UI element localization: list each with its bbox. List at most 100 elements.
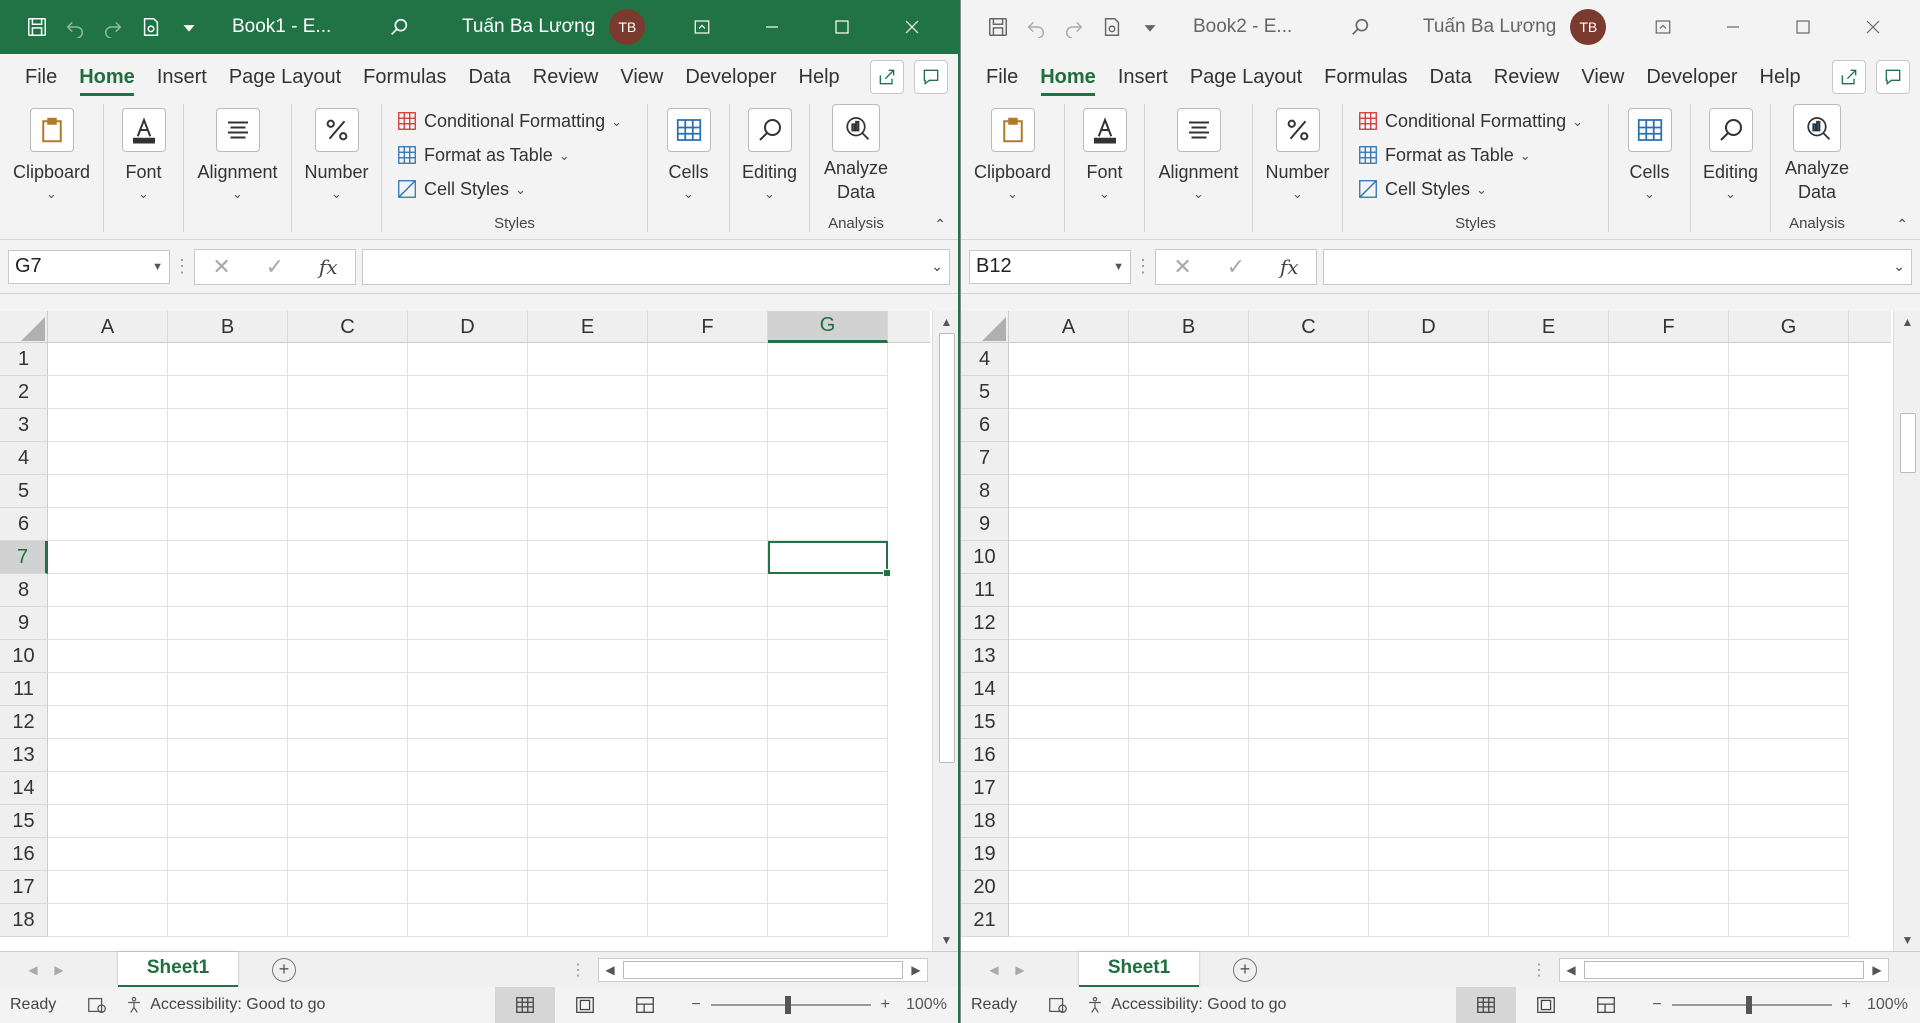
cell[interactable] <box>48 904 168 937</box>
cell[interactable] <box>1609 904 1729 937</box>
cell[interactable] <box>288 475 408 508</box>
formula-bar-grip[interactable]: ⋮ <box>1131 256 1155 277</box>
tab-insert[interactable]: Insert <box>1107 54 1179 100</box>
cell[interactable] <box>1249 739 1369 772</box>
row-header[interactable]: 21 <box>961 904 1009 937</box>
row-header[interactable]: 18 <box>0 904 48 937</box>
column-header-a[interactable]: A <box>48 311 168 343</box>
cell[interactable] <box>648 541 768 574</box>
cell[interactable] <box>1009 673 1129 706</box>
tab-file[interactable]: File <box>14 54 68 100</box>
number-button[interactable]: Number ⌄ <box>292 104 382 232</box>
cell[interactable] <box>1609 673 1729 706</box>
customize-qat-icon[interactable] <box>172 10 206 44</box>
cell[interactable] <box>1369 772 1489 805</box>
scroll-up-icon[interactable]: ▲ <box>933 311 958 333</box>
save-icon[interactable] <box>20 10 54 44</box>
cell[interactable] <box>528 739 648 772</box>
page-layout-view-button[interactable] <box>1516 987 1576 1023</box>
cell[interactable] <box>528 607 648 640</box>
cell[interactable] <box>1729 409 1849 442</box>
row-header[interactable]: 3 <box>0 409 48 442</box>
cell[interactable] <box>288 640 408 673</box>
cell[interactable] <box>528 475 648 508</box>
tab-view[interactable]: View <box>609 54 674 100</box>
cell[interactable] <box>1369 409 1489 442</box>
cell[interactable] <box>1009 904 1129 937</box>
row-header[interactable]: 2 <box>0 376 48 409</box>
cell[interactable] <box>1489 541 1609 574</box>
cell[interactable] <box>1489 673 1609 706</box>
cell[interactable] <box>288 706 408 739</box>
scroll-down-icon[interactable]: ▼ <box>933 929 958 951</box>
avatar[interactable]: TB <box>609 9 646 45</box>
cell[interactable] <box>408 574 528 607</box>
cell[interactable] <box>648 772 768 805</box>
cell[interactable] <box>1729 475 1849 508</box>
row-header[interactable]: 13 <box>0 739 48 772</box>
cell[interactable] <box>1609 475 1729 508</box>
tab-review[interactable]: Review <box>1483 54 1571 100</box>
horizontal-scrollbar[interactable]: ◀ ▶ <box>598 957 928 982</box>
cell[interactable] <box>1489 343 1609 376</box>
cell[interactable] <box>768 838 888 871</box>
cell[interactable] <box>288 409 408 442</box>
cell[interactable] <box>768 343 888 376</box>
share-icon[interactable] <box>1832 60 1866 94</box>
cell[interactable] <box>48 805 168 838</box>
column-header-g[interactable]: G <box>768 311 888 343</box>
cell[interactable] <box>408 673 528 706</box>
analyze-data-button[interactable]: Analyze Data Analysis <box>1771 104 1863 232</box>
cell[interactable] <box>1729 541 1849 574</box>
cell[interactable] <box>1729 838 1849 871</box>
cell[interactable] <box>648 376 768 409</box>
zoom-out-icon[interactable]: − <box>1652 996 1661 1014</box>
cell[interactable] <box>1009 607 1129 640</box>
cell[interactable] <box>1489 508 1609 541</box>
cell[interactable] <box>1609 706 1729 739</box>
cancel-icon[interactable]: ✕ <box>1173 254 1191 280</box>
select-all-button[interactable] <box>961 311 1009 343</box>
zoom-out-icon[interactable]: − <box>691 996 700 1014</box>
cell[interactable] <box>1609 442 1729 475</box>
cell[interactable] <box>408 640 528 673</box>
row-header[interactable]: 15 <box>0 805 48 838</box>
cell[interactable] <box>1009 640 1129 673</box>
cell[interactable] <box>168 904 288 937</box>
tab-help[interactable]: Help <box>788 54 851 100</box>
cell[interactable] <box>1009 739 1129 772</box>
cell[interactable] <box>1729 904 1849 937</box>
row-header[interactable]: 6 <box>961 409 1009 442</box>
cell[interactable] <box>48 574 168 607</box>
cell[interactable] <box>1129 541 1249 574</box>
cell[interactable] <box>168 508 288 541</box>
cell[interactable] <box>1009 871 1129 904</box>
cell[interactable] <box>288 739 408 772</box>
cell[interactable] <box>1609 772 1729 805</box>
redo-icon[interactable] <box>96 10 130 44</box>
font-button[interactable]: Font ⌄ <box>1065 104 1145 232</box>
cell[interactable] <box>1249 508 1369 541</box>
cell[interactable] <box>48 475 168 508</box>
row-header[interactable]: 6 <box>0 508 48 541</box>
row-header[interactable]: 7 <box>0 541 48 574</box>
clipboard-button[interactable]: Clipboard ⌄ <box>961 104 1065 232</box>
undo-icon[interactable] <box>58 10 92 44</box>
expand-formula-bar-icon[interactable]: ⌄ <box>1893 258 1905 275</box>
cell[interactable] <box>168 640 288 673</box>
cell[interactable] <box>1609 343 1729 376</box>
scroll-right-icon[interactable]: ▶ <box>1866 963 1888 977</box>
cell[interactable] <box>1249 673 1369 706</box>
cell[interactable] <box>1489 376 1609 409</box>
cell[interactable] <box>1009 376 1129 409</box>
cell[interactable] <box>768 607 888 640</box>
cell[interactable] <box>648 442 768 475</box>
enter-icon[interactable]: ✓ <box>266 254 284 280</box>
cell[interactable] <box>648 607 768 640</box>
cell[interactable] <box>1009 442 1129 475</box>
cell[interactable] <box>1249 442 1369 475</box>
close-icon[interactable] <box>1838 0 1908 54</box>
cell[interactable] <box>1609 508 1729 541</box>
scroll-left-icon[interactable]: ◀ <box>1560 963 1582 977</box>
row-header[interactable]: 12 <box>0 706 48 739</box>
